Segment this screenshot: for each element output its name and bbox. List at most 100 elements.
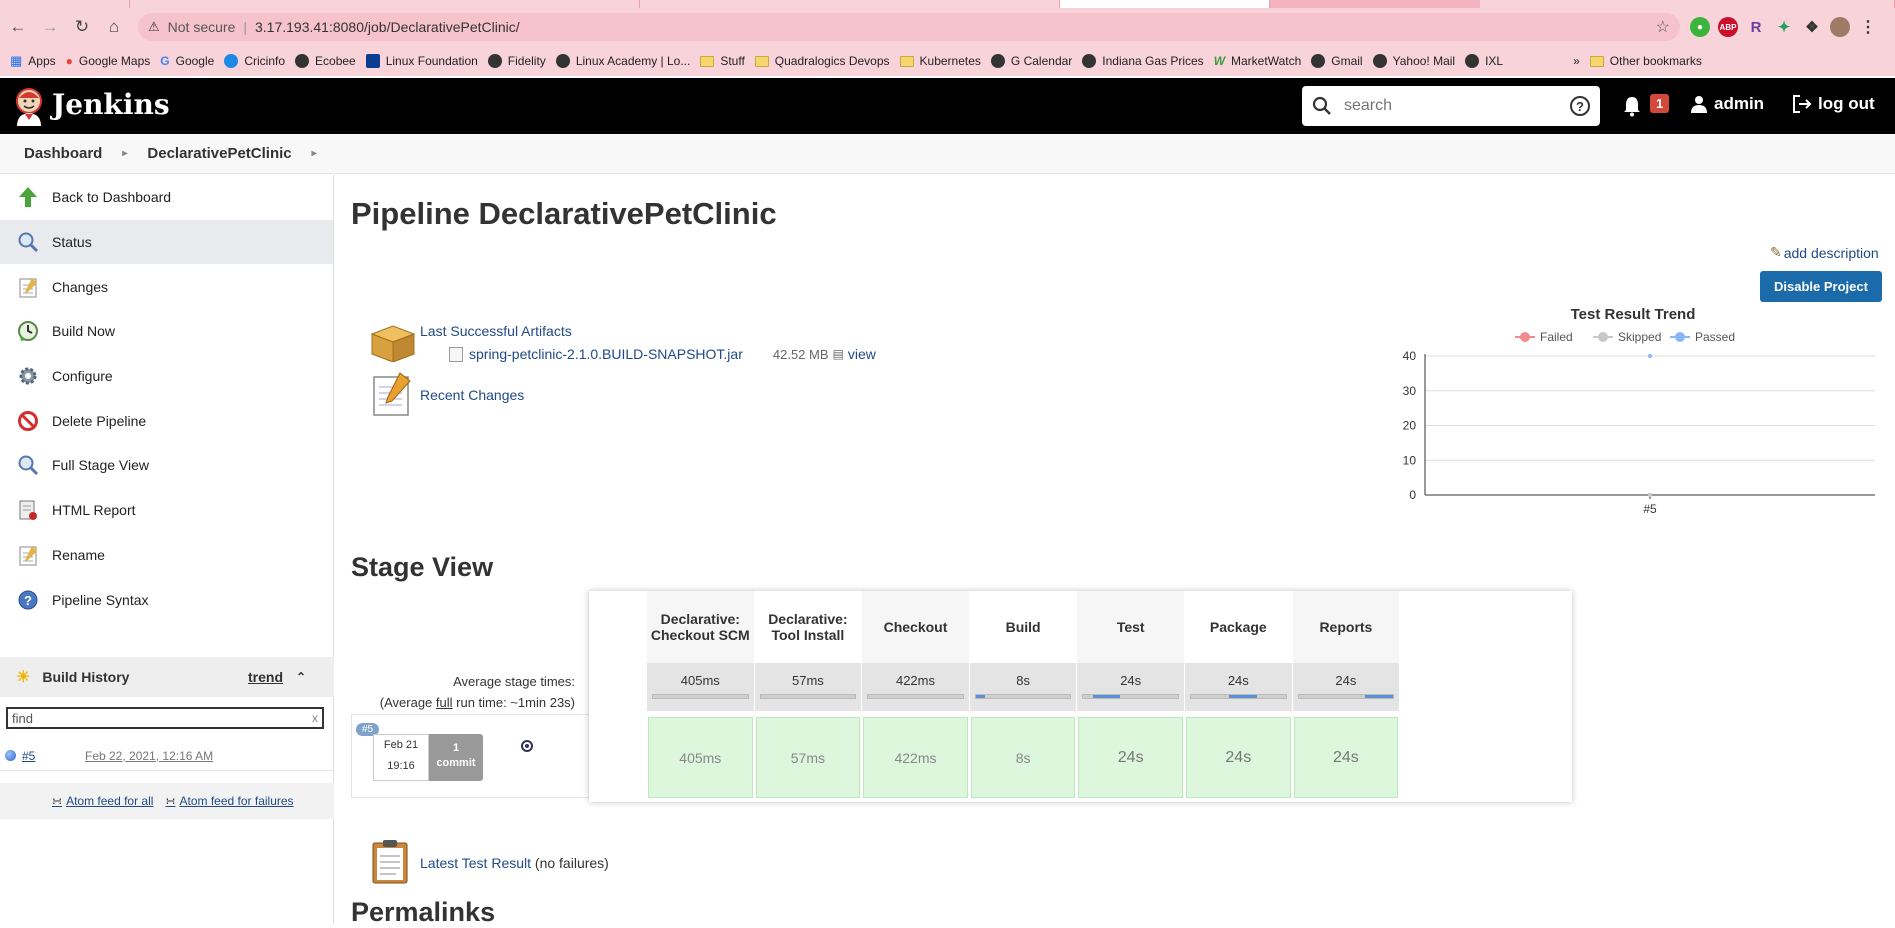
build-number-link[interactable]: #5	[22, 749, 35, 763]
stage-cell[interactable]: 24s	[1078, 717, 1183, 798]
home-icon[interactable]: ⌂	[100, 13, 128, 41]
help-icon[interactable]: ?	[1570, 96, 1590, 116]
user-menu[interactable]: admin	[1690, 94, 1764, 114]
jenkins-butler-logo-icon[interactable]	[10, 86, 48, 126]
r-extension-icon[interactable]: R	[1746, 17, 1766, 37]
stage-cell[interactable]: 422ms	[863, 717, 968, 798]
bookmark-ixl[interactable]: IXL	[1465, 54, 1503, 68]
stage-cell[interactable]: 24s	[1186, 717, 1291, 798]
bookmark-linux-academy[interactable]: Linux Academy | Lo...	[555, 54, 690, 68]
build-input-icon[interactable]	[521, 740, 533, 752]
browser-menu-icon[interactable]: ⋮	[1858, 17, 1878, 37]
bell-icon[interactable]	[1622, 95, 1642, 117]
bookmark-linux-foundation[interactable]: Linux Foundation	[365, 54, 478, 68]
sprout-extension-icon[interactable]: ✦	[1774, 17, 1794, 37]
security-label[interactable]: Not secure	[168, 19, 236, 35]
trend-link[interactable]: trend	[248, 669, 283, 685]
task-full-stage-view[interactable]: Full Stage View	[0, 443, 333, 488]
bookmark-quadralogics[interactable]: Quadralogics Devops	[754, 54, 890, 68]
bookmark-kubernetes[interactable]: Kubernetes	[899, 54, 981, 68]
task-rename[interactable]: Rename	[0, 533, 333, 578]
latest-test-result: Latest Test Result (no failures)	[420, 855, 609, 871]
bookmark-g-calendar[interactable]: G Calendar	[990, 54, 1072, 68]
stage-cell[interactable]: 24s	[1293, 717, 1399, 798]
build-filter-value[interactable]: find	[12, 711, 33, 726]
profile-avatar-icon[interactable]	[1830, 17, 1850, 37]
clipboard-icon	[372, 840, 408, 884]
stage-cell[interactable]: 57ms	[755, 717, 861, 798]
breadcrumb-job[interactable]: DeclarativePetClinic	[135, 145, 303, 162]
artifact-link[interactable]: spring-petclinic-2.1.0.BUILD-SNAPSHOT.ja…	[469, 346, 743, 362]
chevron-right-icon[interactable]: ▸	[122, 148, 127, 159]
test-result-trend-chart: Test Result Trend Failed Skipped Passed 0 1…	[1403, 306, 1875, 516]
task-back-to-dashboard[interactable]: Back to Dashboard	[0, 175, 333, 220]
stage-cell[interactable]: 8s	[970, 717, 1076, 798]
jenkins-title[interactable]: Jenkins	[52, 88, 170, 121]
more-bookmarks-button[interactable]: »	[1573, 54, 1580, 68]
task-status[interactable]: Status	[0, 219, 333, 265]
browser-tab[interactable]	[0, 0, 130, 8]
url-text[interactable]: 3.17.193.41:8080/job/DeclarativePetClini…	[255, 19, 520, 35]
globe-icon	[365, 54, 380, 68]
breadcrumb-dashboard[interactable]: Dashboard	[0, 145, 114, 162]
warning-triangle-icon[interactable]: ⚠	[148, 19, 160, 35]
chevron-right-icon[interactable]: ▸	[312, 148, 317, 159]
gear-icon	[16, 364, 40, 388]
bookmark-fidelity[interactable]: Fidelity	[487, 54, 546, 68]
bookmark-ecobee[interactable]: Ecobee	[295, 54, 356, 68]
add-description-link[interactable]: ✎ add description	[1770, 244, 1879, 261]
bookmark-other[interactable]: Other bookmarks	[1589, 54, 1702, 68]
omnibox[interactable]: ⚠ Not secure | 3.17.193.41:8080/job/Decl…	[138, 13, 1680, 41]
task-pipeline-syntax[interactable]: ? Pipeline Syntax	[0, 577, 333, 622]
avg-run-full-link[interactable]: full	[436, 695, 453, 710]
bookmark-cricinfo[interactable]: Cricinfo	[224, 54, 285, 68]
bookmark-indiana-gas[interactable]: Indiana Gas Prices	[1082, 54, 1204, 68]
task-html-report[interactable]: HTML Report	[0, 488, 333, 533]
stage-cell[interactable]: 405ms	[648, 717, 753, 798]
task-label: Status	[52, 234, 92, 251]
task-delete-pipeline[interactable]: Delete Pipeline	[0, 398, 333, 443]
task-build-now[interactable]: Build Now	[0, 309, 333, 354]
browser-tab[interactable]	[1480, 0, 1895, 8]
globe-icon	[990, 54, 1005, 68]
build-date-link[interactable]: Feb 22, 2021, 12:16 AM	[85, 749, 213, 763]
search-box[interactable]: ?	[1302, 86, 1600, 126]
bookmark-stuff[interactable]: Stuff	[700, 54, 745, 68]
puzzle-extensions-icon[interactable]: ❖	[1802, 17, 1822, 37]
commit-count: 1	[452, 742, 460, 754]
browser-tab-active[interactable]	[1060, 0, 1270, 8]
disable-project-button[interactable]: Disable Project	[1760, 271, 1882, 302]
legend-item-passed: Passed	[1670, 330, 1735, 344]
atom-feed-failures-link[interactable]: ∺ Atom feed for failures	[165, 794, 293, 808]
bookmark-google-maps[interactable]: ● Google Maps	[66, 54, 151, 68]
green-extension-icon[interactable]: ●	[1690, 17, 1710, 37]
build-filter-input[interactable]: find x	[6, 707, 324, 729]
build-history-row[interactable]: #5 Feb 22, 2021, 12:16 AM	[0, 741, 334, 771]
reload-icon[interactable]: ↻	[68, 13, 96, 41]
y-tick-label: 10	[1403, 453, 1417, 467]
back-arrow-icon[interactable]: ←	[4, 13, 32, 41]
browser-tab[interactable]	[130, 0, 640, 8]
clear-filter-icon[interactable]: x	[312, 711, 318, 725]
task-changes[interactable]: Changes	[0, 264, 333, 309]
latest-test-result-link[interactable]: Latest Test Result	[420, 855, 531, 871]
recent-changes-link[interactable]: Recent Changes	[420, 387, 524, 403]
bookmark-star-icon[interactable]: ☆	[1656, 17, 1670, 37]
forward-arrow-icon[interactable]: →	[36, 13, 64, 41]
collapse-caret-icon[interactable]: ⌃	[296, 670, 306, 684]
bookmark-yahoo-mail[interactable]: Yahoo! Mail	[1372, 54, 1455, 68]
bookmark-marketwatch[interactable]: W MarketWatch	[1214, 54, 1302, 68]
bookmark-gmail[interactable]: Gmail	[1311, 54, 1363, 68]
adblock-icon[interactable]: ABP	[1718, 17, 1738, 37]
artifact-view-link[interactable]: ▤ view	[833, 346, 876, 362]
search-input[interactable]	[1344, 97, 1564, 115]
logout-link[interactable]: log out	[1792, 94, 1875, 114]
last-successful-artifacts-link[interactable]: Last Successful Artifacts	[420, 323, 572, 339]
bookmark-apps[interactable]: ▦ Apps	[10, 53, 56, 69]
atom-feed-all-link[interactable]: ∺ Atom feed for all	[52, 794, 153, 808]
task-configure[interactable]: Configure	[0, 354, 333, 399]
notification-badge[interactable]: 1	[1650, 94, 1670, 113]
browser-tab[interactable]	[640, 0, 1060, 8]
build-commits-box[interactable]: 1 commit	[429, 734, 483, 781]
bookmark-google[interactable]: G Google	[160, 54, 214, 68]
